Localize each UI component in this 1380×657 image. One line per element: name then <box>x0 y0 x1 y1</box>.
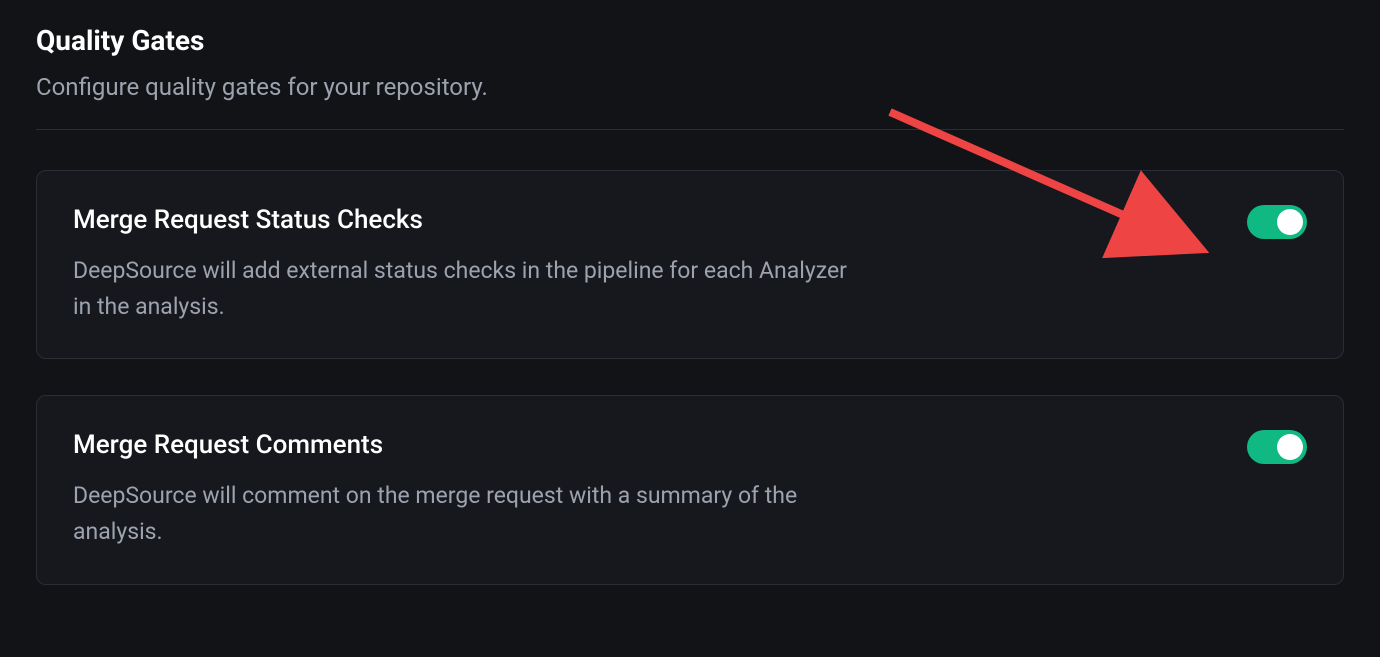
divider <box>36 129 1344 130</box>
setting-card-status-checks: Merge Request Status Checks DeepSource w… <box>36 170 1344 359</box>
toggle-knob <box>1277 434 1303 460</box>
setting-description: DeepSource will comment on the merge req… <box>73 478 853 549</box>
page-title: Quality Gates <box>36 24 1344 57</box>
setting-content: Merge Request Comments DeepSource will c… <box>73 430 853 549</box>
setting-content: Merge Request Status Checks DeepSource w… <box>73 205 853 324</box>
toggle-comments[interactable] <box>1247 430 1307 464</box>
setting-title: Merge Request Status Checks <box>73 205 853 235</box>
page-subtitle: Configure quality gates for your reposit… <box>36 73 1344 101</box>
setting-card-comments: Merge Request Comments DeepSource will c… <box>36 395 1344 584</box>
toggle-knob <box>1277 209 1303 235</box>
setting-description: DeepSource will add external status chec… <box>73 253 853 324</box>
setting-title: Merge Request Comments <box>73 430 853 460</box>
toggle-status-checks[interactable] <box>1247 205 1307 239</box>
